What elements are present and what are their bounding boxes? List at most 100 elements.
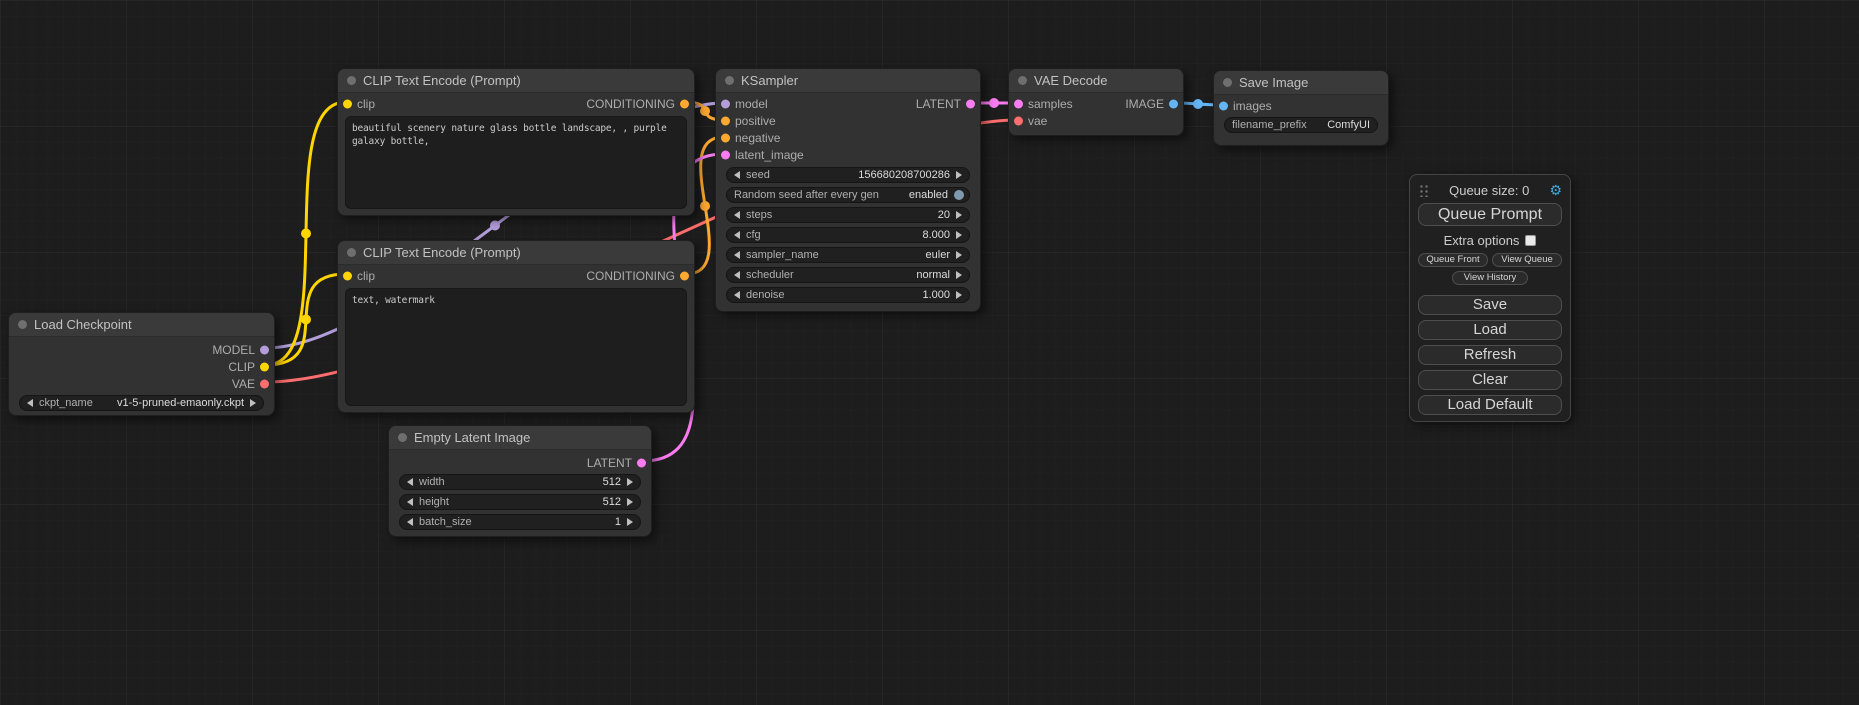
node-title-bar[interactable]: CLIP Text Encode (Prompt): [338, 241, 694, 265]
increment-arrow-icon[interactable]: [956, 291, 962, 299]
node-title-bar[interactable]: VAE Decode: [1009, 69, 1183, 93]
widget-label: Random seed after every gen: [734, 189, 879, 201]
latent-output-port[interactable]: [966, 99, 975, 108]
decrement-arrow-icon[interactable]: [27, 399, 33, 407]
random-seed-toggle-widget[interactable]: Random seed after every gen enabled: [726, 187, 970, 203]
decrement-arrow-icon[interactable]: [407, 498, 413, 506]
node-title-bar[interactable]: KSampler: [716, 69, 980, 93]
clip-input-port[interactable]: [343, 271, 352, 280]
node-title: Empty Latent Image: [414, 430, 530, 445]
vae-output-port[interactable]: [260, 379, 269, 388]
widget-value: normal: [916, 269, 950, 281]
node-collapse-dot[interactable]: [725, 76, 734, 85]
input-label-clip: clip: [357, 269, 375, 283]
node-collapse-dot[interactable]: [398, 433, 407, 442]
node-load-checkpoint[interactable]: Load Checkpoint MODEL CLIP VAE ckpt_name…: [8, 312, 275, 416]
save-button[interactable]: Save: [1418, 295, 1562, 315]
clip-output-port[interactable]: [260, 362, 269, 371]
increment-arrow-icon[interactable]: [627, 498, 633, 506]
increment-arrow-icon[interactable]: [627, 518, 633, 526]
extra-options-checkbox[interactable]: [1525, 235, 1536, 246]
decrement-arrow-icon[interactable]: [734, 251, 740, 259]
comfyui-node-graph-canvas[interactable]: Load Checkpoint MODEL CLIP VAE ckpt_name…: [0, 0, 1859, 705]
node-ksampler[interactable]: KSampler model LATENT positive negative …: [715, 68, 981, 312]
vae-input-port[interactable]: [1014, 116, 1023, 125]
image-output-port[interactable]: [1169, 99, 1178, 108]
settings-gear-icon[interactable]: ⚙: [1549, 183, 1562, 197]
node-title-bar[interactable]: Load Checkpoint: [9, 313, 274, 337]
node-vae-decode[interactable]: VAE Decode samples IMAGE vae: [1008, 68, 1184, 136]
queue-prompt-button[interactable]: Queue Prompt: [1418, 203, 1562, 226]
decrement-arrow-icon[interactable]: [407, 518, 413, 526]
increment-arrow-icon[interactable]: [956, 251, 962, 259]
negative-prompt-textarea[interactable]: text, watermark: [345, 288, 687, 406]
widget-value: 512: [603, 496, 621, 508]
scheduler-widget[interactable]: scheduler normal: [726, 267, 970, 283]
batch-size-widget[interactable]: batch_size 1: [399, 514, 641, 530]
drag-handle-icon[interactable]: [1418, 183, 1429, 197]
increment-arrow-icon[interactable]: [956, 231, 962, 239]
node-collapse-dot[interactable]: [347, 76, 356, 85]
wire-midpoint-dot: [700, 201, 710, 211]
node-empty-latent-image[interactable]: Empty Latent Image LATENT width 512 heig…: [388, 425, 652, 537]
denoise-widget[interactable]: denoise 1.000: [726, 287, 970, 303]
decrement-arrow-icon[interactable]: [734, 171, 740, 179]
extra-options-label: Extra options: [1444, 233, 1520, 248]
width-widget[interactable]: width 512: [399, 474, 641, 490]
filename-prefix-widget[interactable]: filename_prefix ComfyUI: [1224, 117, 1378, 133]
node-clip-text-encode-positive[interactable]: CLIP Text Encode (Prompt) clip CONDITION…: [337, 68, 695, 216]
node-collapse-dot[interactable]: [347, 248, 356, 257]
decrement-arrow-icon[interactable]: [734, 291, 740, 299]
steps-widget[interactable]: steps 20: [726, 207, 970, 223]
height-widget[interactable]: height 512: [399, 494, 641, 510]
refresh-button[interactable]: Refresh: [1418, 345, 1562, 365]
cfg-widget[interactable]: cfg 8.000: [726, 227, 970, 243]
wire-midpoint-dot: [301, 229, 311, 239]
conditioning-output-port[interactable]: [680, 99, 689, 108]
node-save-image[interactable]: Save Image images filename_prefix ComfyU…: [1213, 70, 1389, 146]
negative-input-port[interactable]: [721, 133, 730, 142]
node-title-bar[interactable]: Empty Latent Image: [389, 426, 651, 450]
node-title: CLIP Text Encode (Prompt): [363, 73, 521, 88]
queue-front-button[interactable]: Queue Front: [1418, 253, 1488, 267]
increment-arrow-icon[interactable]: [956, 211, 962, 219]
samples-input-port[interactable]: [1014, 99, 1023, 108]
model-output-port[interactable]: [260, 345, 269, 354]
increment-arrow-icon[interactable]: [956, 171, 962, 179]
load-default-button[interactable]: Load Default: [1418, 395, 1562, 415]
node-collapse-dot[interactable]: [1018, 76, 1027, 85]
clear-button[interactable]: Clear: [1418, 370, 1562, 390]
node-collapse-dot[interactable]: [1223, 78, 1232, 87]
node-title-bar[interactable]: CLIP Text Encode (Prompt): [338, 69, 694, 93]
increment-arrow-icon[interactable]: [250, 399, 256, 407]
conditioning-output-port[interactable]: [680, 271, 689, 280]
load-button[interactable]: Load: [1418, 320, 1562, 340]
queue-panel: Queue size: 0 ⚙ Queue Prompt Extra optio…: [1409, 174, 1571, 422]
decrement-arrow-icon[interactable]: [734, 231, 740, 239]
node-title-bar[interactable]: Save Image: [1214, 71, 1388, 95]
extra-options-row: Extra options: [1418, 233, 1562, 248]
model-input-port[interactable]: [721, 99, 730, 108]
view-history-button[interactable]: View History: [1452, 271, 1528, 285]
positive-input-port[interactable]: [721, 116, 730, 125]
node-collapse-dot[interactable]: [18, 320, 27, 329]
input-label-vae: vae: [1028, 114, 1047, 128]
clip-input-port[interactable]: [343, 99, 352, 108]
seed-widget[interactable]: seed 156680208700286: [726, 167, 970, 183]
decrement-arrow-icon[interactable]: [734, 271, 740, 279]
node-clip-text-encode-negative[interactable]: CLIP Text Encode (Prompt) clip CONDITION…: [337, 240, 695, 413]
positive-prompt-textarea[interactable]: beautiful scenery nature glass bottle la…: [345, 116, 687, 209]
ckpt-name-widget[interactable]: ckpt_name v1-5-pruned-emaonly.ckpt: [19, 395, 264, 411]
images-input-port[interactable]: [1219, 101, 1228, 110]
toggle-indicator-icon[interactable]: [954, 190, 964, 200]
increment-arrow-icon[interactable]: [956, 271, 962, 279]
increment-arrow-icon[interactable]: [627, 478, 633, 486]
decrement-arrow-icon[interactable]: [734, 211, 740, 219]
sampler-name-widget[interactable]: sampler_name euler: [726, 247, 970, 263]
decrement-arrow-icon[interactable]: [407, 478, 413, 486]
port-row-vae: vae: [1009, 112, 1183, 129]
latent-image-input-port[interactable]: [721, 150, 730, 159]
view-queue-button[interactable]: View Queue: [1492, 253, 1562, 267]
widget-label: batch_size: [419, 516, 472, 528]
latent-output-port[interactable]: [637, 458, 646, 467]
